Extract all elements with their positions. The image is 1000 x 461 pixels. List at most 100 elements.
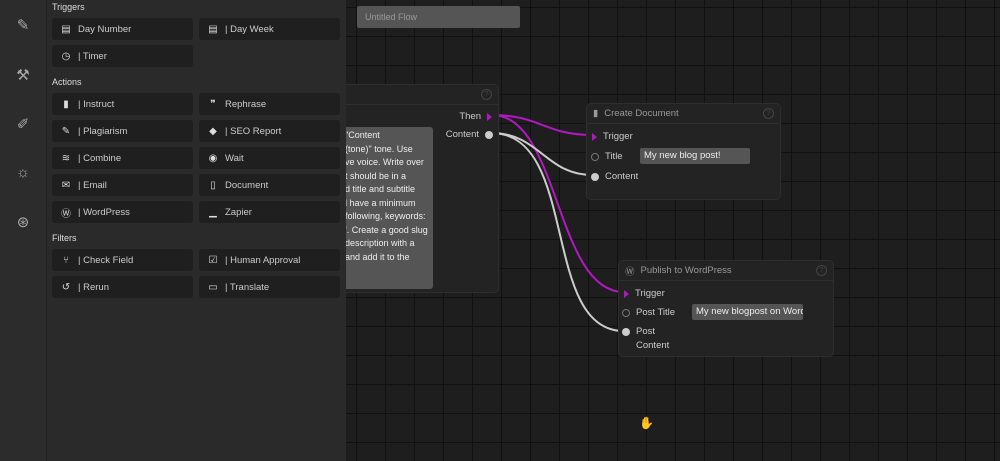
book-icon: ▮: [63, 98, 69, 110]
bulb-icon[interactable]: ☼: [13, 163, 33, 183]
content-port[interactable]: [485, 130, 493, 139]
rerun-button[interactable]: ↺ | Rerun: [52, 276, 193, 298]
prompt-line: '. Create a good slug: [345, 224, 428, 235]
circles-icon[interactable]: ⊛: [13, 213, 33, 233]
zapier-button[interactable]: ▁ Zapier: [199, 201, 340, 223]
calendar-icon: ▤: [208, 23, 218, 35]
post-title-port[interactable]: [622, 308, 630, 317]
prompt-line: (tone)" tone. Use: [345, 143, 413, 154]
day-week-button[interactable]: ▤ | Day Week: [199, 18, 340, 40]
history-icon: ↺: [61, 281, 71, 293]
help-icon[interactable]: ?: [763, 108, 774, 119]
prompt-line: "Content: [345, 130, 380, 140]
button-label: Wait: [225, 152, 244, 164]
content-label: Content: [636, 340, 670, 351]
icon-rail: ✎ ⚒ ✐ ☼ ⊛: [0, 0, 47, 461]
button-label: Zapier: [225, 206, 252, 218]
prompt-line: d title and subtitle: [345, 184, 416, 194]
content-wire-document: [490, 132, 594, 176]
check-field-button[interactable]: ⑂ | Check Field: [52, 249, 193, 271]
content-port[interactable]: [591, 172, 599, 181]
button-label: | Timer: [78, 50, 107, 62]
prompt-line: description with a: [345, 238, 415, 248]
title-label: Title: [605, 151, 623, 162]
button-label: | Translate: [225, 281, 270, 293]
underscore-icon: ▁: [209, 206, 217, 218]
calendar-icon: ▤: [61, 23, 71, 35]
actions-heading: Actions: [52, 77, 82, 87]
translate-icon: ▭: [208, 281, 218, 293]
human-approval-button[interactable]: ☑ | Human Approval: [199, 249, 340, 271]
post-label: Post: [636, 326, 656, 337]
button-label: | Human Approval: [225, 254, 301, 266]
help-icon[interactable]: ?: [481, 89, 492, 100]
filters-heading: Filters: [52, 233, 77, 243]
prompt-line: and add it to the: [345, 251, 410, 262]
quote-icon: ❞: [210, 98, 216, 110]
rephrase-button[interactable]: ❞ Rephrase: [199, 93, 340, 115]
post-title-label: Post Title: [636, 307, 676, 318]
node-palette: Triggers ▤ Day Number ▤ | Day Week ◷ | Timer …: [47, 0, 346, 461]
tags-icon: ◆: [209, 125, 217, 137]
button-label: Day Number: [78, 23, 132, 35]
button-label: | Instruct: [78, 98, 115, 110]
content-output-label: Content: [445, 129, 479, 140]
prompt-line: ve voice. Write over: [345, 157, 424, 167]
document-icon: ▮: [593, 108, 599, 119]
wordpress-icon: Ⓦ: [625, 266, 635, 278]
combine-button[interactable]: ≋ | Combine: [52, 147, 193, 169]
publish-wordpress-node[interactable]: Ⓦ Publish to WordPress ? Trigger Post Tit…: [618, 260, 834, 357]
file-icon: ▯: [210, 179, 216, 191]
seo-report-button[interactable]: ◆ | SEO Report: [199, 120, 340, 142]
button-label: | Check Field: [78, 254, 134, 266]
triggers-heading: Triggers: [52, 2, 85, 12]
edit-icon: ✎: [61, 125, 71, 137]
email-button[interactable]: ✉ | Email: [52, 174, 193, 196]
document-button[interactable]: ▯ Document: [199, 174, 340, 196]
instruct-button[interactable]: ▮ | Instruct: [52, 93, 193, 115]
tools-icon[interactable]: ⚒: [13, 66, 33, 86]
content-label: Content: [605, 171, 639, 182]
button-label: | Plagiarism: [78, 125, 128, 137]
prompt-line: following, keywords:: [345, 211, 426, 221]
then-output-label: Then: [459, 111, 481, 122]
wordpress-button[interactable]: Ⓦ | WordPress: [52, 201, 193, 223]
node-title: Publish to WordPress: [640, 265, 732, 276]
branch-icon: ⑂: [63, 254, 69, 266]
create-document-node[interactable]: ▮ Create Document ? Trigger Title My new …: [586, 103, 781, 200]
post-title-input[interactable]: My new blogpost on Wordpress: [692, 304, 803, 320]
button-label: Rephrase: [225, 98, 267, 110]
button-label: | Combine: [78, 152, 122, 164]
prompt-line: l have a minimum: [345, 197, 416, 208]
button-label: | WordPress: [78, 206, 130, 218]
wordpress-icon: Ⓦ: [61, 208, 71, 220]
title-port[interactable]: [591, 152, 599, 161]
button-label: Document: [225, 179, 269, 191]
post-content-port[interactable]: [622, 327, 630, 336]
wait-button[interactable]: ◉ Wait: [199, 147, 340, 169]
feather-icon[interactable]: ✎: [13, 16, 33, 36]
button-label: | SEO Report: [225, 125, 282, 137]
button-label: | Email: [78, 179, 107, 191]
checkbox-icon: ☑: [208, 254, 218, 266]
plagiarism-button[interactable]: ✎ | Plagiarism: [52, 120, 193, 142]
prompt-textarea[interactable]: "Content (tone)" tone. Use ve voice. Write…: [343, 127, 433, 289]
clock-icon: ◷: [61, 50, 71, 62]
trigger-port[interactable]: [592, 132, 597, 141]
button-label: | Rerun: [78, 281, 109, 293]
day-number-button[interactable]: ▤ Day Number: [52, 18, 193, 40]
envelope-icon: ✉: [61, 179, 71, 191]
instruct-node[interactable]: ? Then Content "Content (tone)" tone. Use…: [320, 84, 499, 293]
translate-button[interactable]: ▭ | Translate: [199, 276, 340, 298]
edit-icon[interactable]: ✐: [13, 115, 33, 135]
record-icon: ◉: [208, 152, 218, 164]
layers-icon: ≋: [61, 152, 71, 164]
node-title: Create Document: [604, 108, 679, 119]
help-icon[interactable]: ?: [816, 265, 827, 276]
trigger-label: Trigger: [603, 131, 633, 142]
trigger-label: Trigger: [635, 288, 665, 299]
trigger-port[interactable]: [624, 289, 629, 298]
then-port[interactable]: [487, 112, 492, 121]
timer-button[interactable]: ◷ | Timer: [52, 45, 193, 67]
title-input[interactable]: My new blog post!: [640, 148, 750, 164]
